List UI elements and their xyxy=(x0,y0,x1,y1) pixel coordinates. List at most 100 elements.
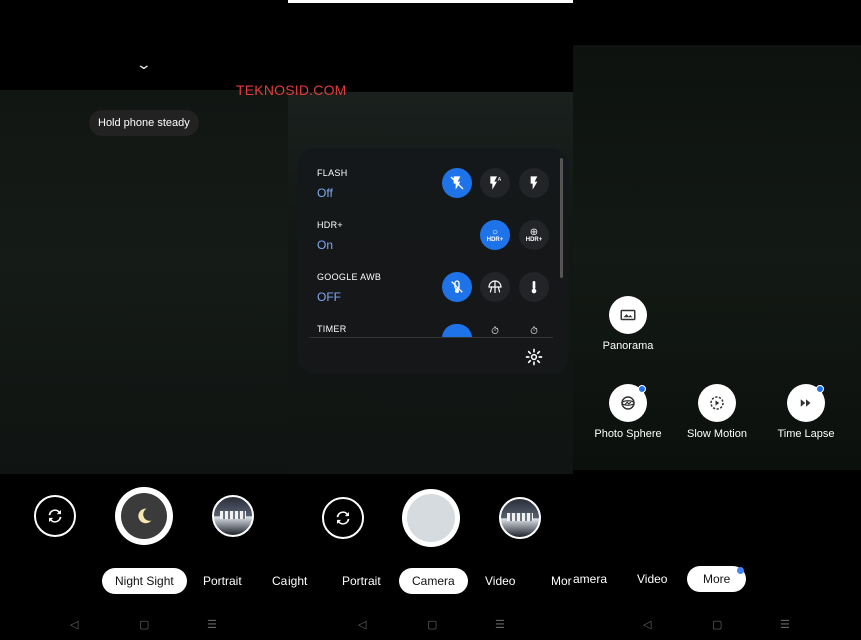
setting-label: FLASH xyxy=(317,168,348,178)
home-icon[interactable]: ▢ xyxy=(139,618,149,632)
flash-off-option[interactable] xyxy=(442,168,472,198)
time-lapse-icon xyxy=(800,399,811,407)
awb-auto-icon xyxy=(488,280,502,293)
gallery-thumbnail[interactable] xyxy=(212,495,254,537)
timer-off-option[interactable] xyxy=(442,324,472,338)
recents-icon[interactable]: ☰ xyxy=(780,618,790,632)
mode-video[interactable]: Video xyxy=(637,566,667,592)
mode-video[interactable]: Video xyxy=(485,568,515,594)
back-icon[interactable]: ◁ xyxy=(643,618,651,632)
setting-flash: FLASH Off xyxy=(317,168,348,200)
back-icon[interactable]: ◁ xyxy=(70,618,78,632)
mode-portrait[interactable]: Portrait xyxy=(203,568,242,594)
mode-portrait[interactable]: Portrait xyxy=(342,568,381,594)
mode-night-sight-partial[interactable]: ight xyxy=(288,568,307,594)
viewfinder[interactable] xyxy=(0,90,288,474)
mode-more-label: More xyxy=(703,572,731,586)
mode-camera-partial[interactable]: Ca xyxy=(272,568,287,594)
setting-timer: TIMER xyxy=(317,324,347,334)
status-bar xyxy=(288,0,573,3)
photo-sphere-button xyxy=(609,384,647,422)
switch-camera-icon xyxy=(48,509,62,523)
setting-label: GOOGLE AWB xyxy=(317,272,382,282)
hdr-circle-icon: ○ xyxy=(491,226,499,238)
more-item-label: Photo Sphere xyxy=(594,428,662,440)
setting-label: HDR+ xyxy=(317,220,343,230)
divider xyxy=(309,337,553,338)
hdr-on-option[interactable]: ○ HDR+ xyxy=(480,220,510,250)
svg-text:A: A xyxy=(498,177,502,183)
flash-off-icon xyxy=(450,176,464,190)
setting-value: OFF xyxy=(317,290,341,304)
watermark: TEKNOSID.COM xyxy=(236,82,347,98)
timer-icon: ⏱ xyxy=(530,325,538,337)
bottom-controls: amera Video More ◁ ▢ ☰ xyxy=(573,474,861,640)
setting-awb: GOOGLE AWB OFF xyxy=(317,272,381,304)
switch-camera-icon xyxy=(336,511,350,525)
home-icon[interactable]: ▢ xyxy=(427,618,437,632)
gallery-thumbnail[interactable] xyxy=(499,497,541,539)
awb-off-option[interactable] xyxy=(442,272,472,302)
system-nav-bar: ◁ ▢ ☰ xyxy=(0,618,288,632)
setting-value: On xyxy=(317,238,334,252)
recents-icon[interactable]: ☰ xyxy=(207,618,217,632)
home-icon[interactable]: ▢ xyxy=(712,618,722,632)
setting-label: TIMER xyxy=(317,324,347,334)
setting-value: Off xyxy=(317,186,333,200)
thermometer-icon xyxy=(531,281,537,294)
switch-camera-button[interactable] xyxy=(322,497,364,539)
hdr-on-label: HDR+ xyxy=(486,236,504,243)
awb-auto-option[interactable] xyxy=(480,272,510,302)
panorama-button xyxy=(609,296,647,334)
recents-icon[interactable]: ☰ xyxy=(495,618,505,632)
hdr-enhanced-option[interactable]: ⊕ HDR+ xyxy=(519,220,549,250)
quick-settings-sheet: FLASH Off A HDR+ On ○ HDR+ ⊕ HDR+ GOOGLE… xyxy=(297,148,569,374)
hdr-enhanced-label: HDR+ xyxy=(525,236,543,243)
mode-camera[interactable]: Camera xyxy=(399,568,468,594)
more-screen: Panorama Photo Sphere Slow Motion Time L… xyxy=(573,0,861,640)
mode-more[interactable]: More xyxy=(687,566,747,592)
photo-sphere-icon xyxy=(621,396,635,410)
chevron-down-icon[interactable]: ⌄ xyxy=(136,56,152,73)
flash-auto-option[interactable]: A xyxy=(480,168,510,198)
hint-pill: Hold phone steady xyxy=(89,110,199,136)
awb-off-icon xyxy=(451,280,463,293)
mode-switcher: Night Sight Portrait Ca xyxy=(0,568,288,594)
awb-manual-option[interactable] xyxy=(519,272,549,302)
flash-on-icon xyxy=(530,176,538,190)
system-nav-bar: ◁ ▢ ☰ xyxy=(288,618,573,632)
scrollbar[interactable] xyxy=(560,158,563,278)
more-item-label: Time Lapse xyxy=(777,428,835,440)
mode-more-partial[interactable]: Mor xyxy=(551,568,572,594)
timer-10-option[interactable]: ⏱ xyxy=(519,324,549,338)
back-icon[interactable]: ◁ xyxy=(358,618,366,632)
mode-night-sight[interactable]: Night Sight xyxy=(102,568,187,594)
new-badge xyxy=(737,567,745,574)
moon-icon xyxy=(138,508,152,524)
mode-switcher: amera Video More xyxy=(573,566,861,592)
panorama-icon xyxy=(620,309,636,321)
mode-switcher: ight Portrait Camera Video Mor xyxy=(288,568,573,594)
timer-3-option[interactable]: ⏱ xyxy=(480,324,510,338)
timer-icon: ⏱ xyxy=(491,325,499,337)
new-badge xyxy=(638,385,646,393)
more-item-panorama[interactable]: Panorama xyxy=(589,296,667,352)
more-item-slow-motion[interactable]: Slow Motion xyxy=(677,384,757,440)
flash-on-option[interactable] xyxy=(519,168,549,198)
more-item-label: Slow Motion xyxy=(687,428,747,440)
mode-camera-partial[interactable]: amera xyxy=(573,566,607,592)
system-nav-bar: ◁ ▢ ☰ xyxy=(573,618,861,632)
more-item-label: Panorama xyxy=(602,340,654,352)
new-badge xyxy=(816,385,824,393)
slow-motion-button xyxy=(698,384,736,422)
shutter-button[interactable] xyxy=(402,489,460,547)
gear-icon[interactable] xyxy=(525,348,543,366)
time-lapse-button xyxy=(787,384,825,422)
flash-auto-icon: A xyxy=(490,176,502,190)
more-item-photo-sphere[interactable]: Photo Sphere xyxy=(587,384,669,440)
more-item-time-lapse[interactable]: Time Lapse xyxy=(767,384,845,440)
setting-hdr: HDR+ On xyxy=(317,220,343,252)
hdr-plus-circle-icon: ⊕ xyxy=(529,226,539,238)
switch-camera-button[interactable] xyxy=(34,495,76,537)
shutter-button[interactable] xyxy=(115,487,173,545)
